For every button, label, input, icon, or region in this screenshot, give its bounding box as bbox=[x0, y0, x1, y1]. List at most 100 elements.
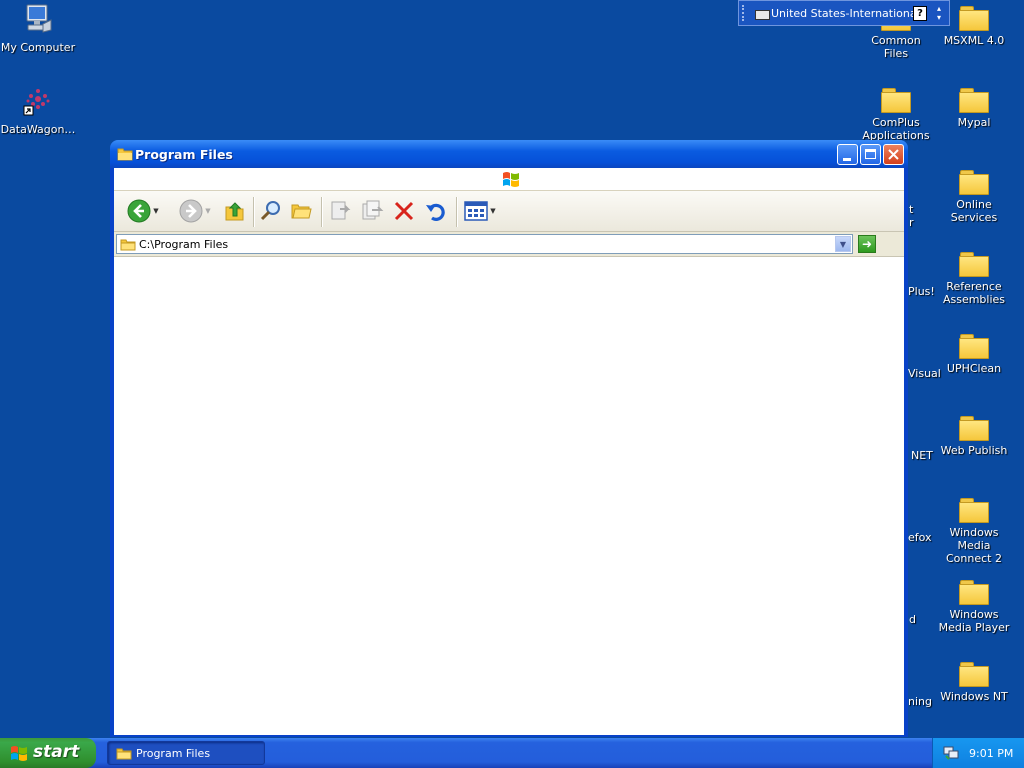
delete-button[interactable] bbox=[391, 197, 417, 225]
folder-label: Windows NT bbox=[940, 690, 1008, 703]
desktop-icon-online-services[interactable]: Online Services bbox=[936, 164, 1012, 224]
window-client: ▼ ▼ ▼ C:\Program Files ▼ ➜ bbox=[114, 168, 904, 735]
folder-icon bbox=[881, 88, 911, 113]
grip-handle[interactable] bbox=[742, 5, 747, 21]
undo-icon bbox=[426, 203, 445, 221]
undo-button[interactable] bbox=[423, 197, 449, 225]
desktop-icon-uphclean[interactable]: UPHClean bbox=[936, 328, 1012, 375]
views-icon bbox=[464, 201, 489, 221]
datawagon-label: DataWagon… bbox=[0, 123, 76, 136]
copy-to-icon bbox=[362, 200, 384, 220]
folder-label: UPHClean bbox=[946, 362, 1002, 375]
folder-label: Windows Media Connect 2 bbox=[946, 526, 1002, 565]
address-input[interactable]: C:\Program Files ▼ bbox=[116, 234, 853, 254]
folders-button[interactable] bbox=[289, 197, 315, 225]
partial-label: NET bbox=[911, 449, 933, 462]
tray-network-icon[interactable] bbox=[943, 746, 959, 760]
desktop-icon-complus[interactable]: ComPlus Applications bbox=[858, 82, 934, 142]
folders-icon bbox=[291, 204, 312, 219]
toolbar-separator bbox=[253, 197, 255, 227]
partial-label: r bbox=[909, 216, 914, 229]
move-to-icon bbox=[331, 201, 351, 220]
address-text[interactable]: C:\Program Files bbox=[139, 238, 228, 251]
desktop-icon-reference-assemblies[interactable]: Reference Assemblies bbox=[936, 246, 1012, 306]
folder-icon bbox=[959, 580, 989, 605]
chevron-down-icon[interactable]: ▼ bbox=[153, 207, 158, 215]
search-button[interactable] bbox=[258, 197, 284, 225]
maximize-button[interactable] bbox=[860, 144, 881, 165]
folder-icon bbox=[959, 6, 989, 31]
taskbar-item-program-files[interactable]: Program Files bbox=[107, 741, 265, 765]
partial-label: t bbox=[909, 203, 914, 216]
chevron-down-icon[interactable]: ▼ bbox=[205, 207, 210, 215]
clock[interactable]: 9:01 PM bbox=[969, 747, 1013, 760]
folder-icon bbox=[959, 334, 989, 359]
language-bar[interactable]: United States-International ? ▴ ▾ bbox=[738, 0, 950, 26]
folder-icon bbox=[959, 88, 989, 113]
desktop-icon-windows-nt[interactable]: Windows NT bbox=[936, 656, 1012, 703]
folder-icon bbox=[959, 416, 989, 441]
help-icon[interactable]: ? bbox=[913, 6, 927, 21]
windows-logo-icon bbox=[11, 746, 27, 761]
partial-label: efox bbox=[908, 531, 932, 544]
title-bar[interactable]: Program Files bbox=[110, 140, 908, 168]
toolbar-separator bbox=[456, 197, 458, 227]
desktop-icon-web-publish[interactable]: Web Publish bbox=[936, 410, 1012, 457]
explorer-window: Program Files ▼ ▼ ▼ C:\Program Files ▼ ➜ bbox=[110, 140, 908, 737]
close-icon bbox=[888, 149, 899, 160]
up-folder-icon bbox=[225, 202, 244, 221]
desktop-icon-datawagon[interactable]: DataWagon… bbox=[0, 84, 76, 136]
folder-icon bbox=[959, 498, 989, 523]
folder-label: ComPlus Applications bbox=[862, 116, 930, 142]
toolbar-separator bbox=[321, 197, 323, 227]
folder-icon bbox=[117, 148, 133, 161]
folder-icon bbox=[116, 748, 132, 760]
folder-label: Common Files bbox=[871, 34, 921, 60]
keyboard-icon bbox=[755, 10, 770, 20]
folder-icon bbox=[959, 170, 989, 195]
folder-label: Web Publish bbox=[940, 444, 1008, 457]
folder-label: Online Services bbox=[950, 198, 998, 224]
my-computer-label: My Computer bbox=[0, 41, 76, 54]
desktop-icon-wm-player[interactable]: Windows Media Player bbox=[936, 574, 1012, 634]
language-bar-options-icon[interactable]: ▴ ▾ bbox=[937, 4, 941, 22]
folder-label: Reference Assemblies bbox=[942, 280, 1006, 306]
system-tray: 9:01 PM bbox=[932, 738, 1024, 768]
folder-icon bbox=[120, 239, 136, 251]
forward-arrow-icon bbox=[179, 199, 203, 223]
brand-bar bbox=[114, 168, 904, 191]
keyboard-layout-label[interactable]: United States-International bbox=[771, 7, 920, 20]
my-computer-icon bbox=[26, 4, 52, 33]
chevron-down-icon: ▼ bbox=[839, 239, 847, 249]
up-folder-button[interactable] bbox=[222, 197, 248, 225]
windows-logo-icon bbox=[503, 172, 519, 187]
start-button[interactable]: start bbox=[0, 738, 96, 768]
desktop-icon-wm-connect[interactable]: Windows Media Connect 2 bbox=[936, 492, 1012, 565]
folder-label: Windows Media Player bbox=[938, 608, 1010, 634]
search-icon bbox=[260, 201, 280, 221]
partial-label: d bbox=[909, 613, 916, 626]
partial-label: ning bbox=[908, 695, 932, 708]
start-label: start bbox=[33, 742, 80, 762]
folder-icon bbox=[959, 252, 989, 277]
standard-toolbar: ▼ ▼ ▼ bbox=[114, 191, 904, 232]
chevron-down-icon[interactable]: ▼ bbox=[490, 207, 495, 215]
back-button[interactable]: ▼ bbox=[122, 197, 164, 225]
close-button[interactable] bbox=[883, 144, 904, 165]
go-arrow-icon: ➜ bbox=[861, 237, 873, 251]
copy-to-button[interactable] bbox=[359, 197, 385, 225]
desktop-icon-my-computer[interactable]: My Computer bbox=[0, 2, 76, 54]
address-dropdown-button[interactable]: ▼ bbox=[835, 236, 851, 252]
move-to-button[interactable] bbox=[327, 197, 353, 225]
minimize-button[interactable] bbox=[837, 144, 858, 165]
forward-button[interactable]: ▼ bbox=[174, 197, 216, 225]
views-button[interactable]: ▼ bbox=[462, 197, 498, 225]
desktop-icon-mypal[interactable]: Mypal bbox=[936, 82, 1012, 129]
back-arrow-icon bbox=[127, 199, 151, 223]
minimize-icon bbox=[843, 158, 851, 161]
folder-icon bbox=[959, 662, 989, 687]
folder-label: Mypal bbox=[957, 116, 991, 129]
file-list-area[interactable] bbox=[114, 257, 904, 735]
window-title: Program Files bbox=[135, 147, 233, 162]
go-button[interactable]: ➜ bbox=[858, 235, 876, 253]
